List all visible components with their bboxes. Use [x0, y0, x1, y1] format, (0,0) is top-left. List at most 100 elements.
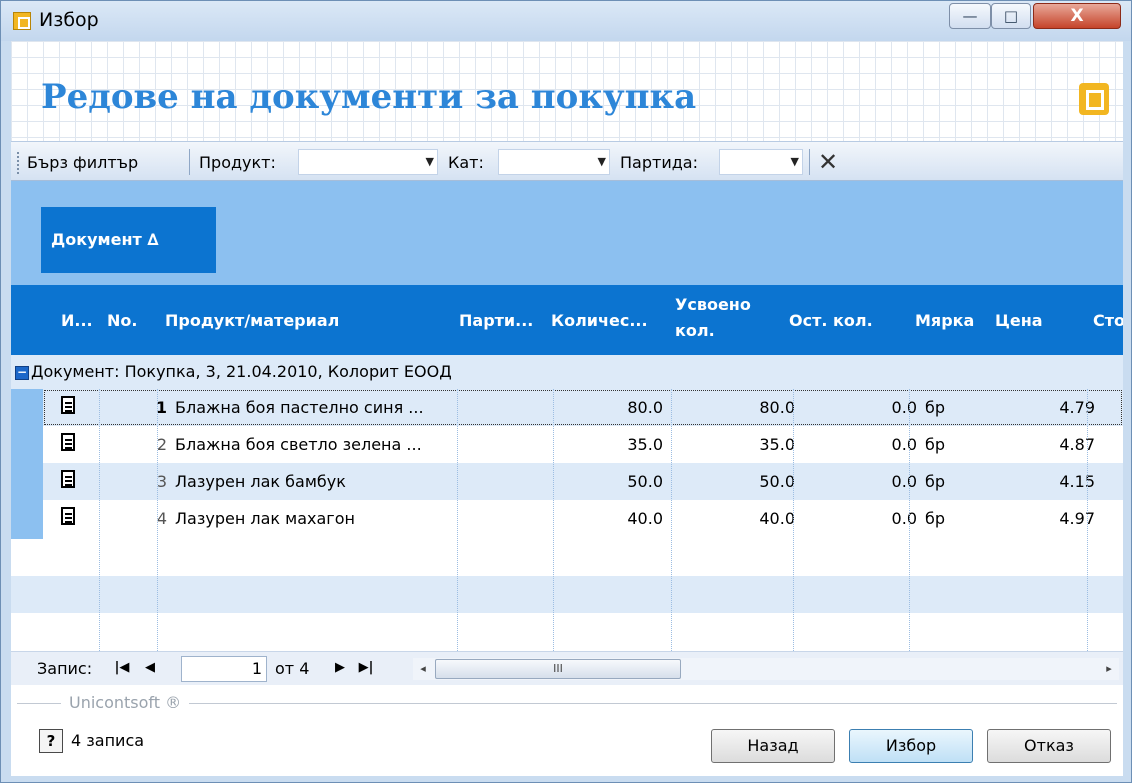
- category-filter-label: Кат:: [448, 153, 484, 172]
- close-button[interactable]: X: [1033, 3, 1121, 29]
- cell-product: Блажна боя пастелно синя ...: [175, 398, 424, 417]
- cell-remaining: 0.0: [891, 435, 917, 454]
- cell-absorbed: 40.0: [759, 509, 795, 528]
- window-title: Избор: [39, 9, 99, 31]
- cell-quantity: 50.0: [627, 472, 663, 491]
- column-divider: [157, 389, 158, 651]
- cell-no: 2: [156, 435, 167, 454]
- product-filter-label: Продукт:: [199, 153, 276, 172]
- previous-record-icon[interactable]: ◀: [139, 657, 161, 679]
- category-filter-combo[interactable]: ▼: [498, 149, 610, 175]
- record-count: 4 записа: [71, 731, 145, 750]
- cell-quantity: 80.0: [627, 398, 663, 417]
- column-divider: [457, 389, 458, 651]
- quick-filter-label: Бърз филтър: [27, 153, 139, 172]
- maximize-button[interactable]: □: [991, 3, 1031, 29]
- column-divider: [553, 389, 554, 651]
- empty-row: [11, 576, 1123, 613]
- cell-remaining: 0.0: [891, 398, 917, 417]
- clear-filter-icon[interactable]: ✕: [818, 148, 838, 176]
- cell-product: Блажна боя светло зелена ...: [175, 435, 422, 454]
- document-icon: [61, 470, 75, 488]
- logo-icon: [1079, 83, 1109, 115]
- cell-absorbed: 35.0: [759, 435, 795, 454]
- data-grid: − Документ: Покупка, 3, 21.04.2010, Коло…: [11, 355, 1123, 651]
- group-by-document-chip[interactable]: Документ ∆: [41, 207, 216, 273]
- cell-unit: бр: [925, 509, 946, 528]
- cell-unit: бр: [925, 398, 946, 417]
- column-divider: [909, 389, 910, 651]
- scroll-thumb[interactable]: III: [435, 659, 681, 679]
- chevron-down-icon[interactable]: ▼: [426, 155, 434, 168]
- group-indent: [11, 389, 43, 539]
- batch-filter-label: Партида:: [620, 153, 698, 172]
- first-record-icon[interactable]: |◀: [111, 657, 133, 679]
- toolbar-grip-icon[interactable]: [17, 152, 21, 174]
- cell-price: 4.97: [1059, 509, 1095, 528]
- column-header-product[interactable]: Продукт/материал: [165, 311, 339, 330]
- scroll-right-icon[interactable]: ▸: [1099, 658, 1119, 680]
- column-header-row: И... No. Продукт/материал Парти... Колич…: [11, 285, 1123, 355]
- column-header-quantity[interactable]: Количес...: [551, 311, 648, 330]
- batch-filter-combo[interactable]: ▼: [719, 149, 803, 175]
- record-navigator: Запис: |◀ ◀ 1 от 4 ▶ ▶| ◂ III ▸: [11, 651, 1123, 685]
- back-button[interactable]: Назад: [711, 729, 835, 763]
- horizontal-scrollbar[interactable]: ◂ III ▸: [413, 658, 1119, 680]
- column-header-no[interactable]: No.: [107, 311, 137, 330]
- chevron-down-icon[interactable]: ▼: [598, 155, 606, 168]
- column-header-absorbed-line2[interactable]: кол.: [675, 321, 715, 340]
- cell-price: 4.87: [1059, 435, 1095, 454]
- cell-quantity: 40.0: [627, 509, 663, 528]
- toolbar-separator: [809, 149, 810, 175]
- select-button[interactable]: Избор: [849, 729, 973, 763]
- column-header-value[interactable]: Сто: [1093, 311, 1123, 330]
- table-row[interactable]: 3 Лазурен лак бамбук 50.0 50.0 0.0 бр 4.…: [43, 463, 1123, 500]
- column-header-icon[interactable]: И...: [61, 311, 93, 330]
- form-header: Редове на документи за покупка: [11, 41, 1123, 141]
- document-icon: [61, 433, 75, 451]
- column-header-absorbed-line1[interactable]: Усвоено: [675, 295, 751, 314]
- selection-window: Избор — □ X Редове на документи за покуп…: [0, 0, 1132, 783]
- column-divider: [671, 389, 672, 651]
- column-header-remaining[interactable]: Ост. кол.: [789, 311, 873, 330]
- cell-absorbed: 80.0: [759, 398, 795, 417]
- group-row[interactable]: − Документ: Покупка, 3, 21.04.2010, Коло…: [11, 355, 1123, 389]
- cancel-button[interactable]: Отказ: [987, 729, 1111, 763]
- product-filter-combo[interactable]: ▼: [298, 149, 438, 175]
- help-icon[interactable]: ?: [39, 729, 63, 753]
- form-footer: Unicontsoft ® ? 4 записа Назад Избор Отк…: [11, 685, 1123, 776]
- cell-product: Лазурен лак махагон: [175, 509, 355, 528]
- column-header-batch[interactable]: Парти...: [459, 311, 533, 330]
- current-record-input[interactable]: 1: [181, 656, 267, 682]
- next-record-icon[interactable]: ▶: [329, 657, 351, 679]
- document-icon: [61, 507, 75, 525]
- table-row[interactable]: 2 Блажна боя светло зелена ... 35.0 35.0…: [43, 426, 1123, 463]
- scroll-left-icon[interactable]: ◂: [413, 658, 433, 680]
- window-content: Редове на документи за покупка Бърз филт…: [11, 41, 1123, 776]
- cell-no: 1: [155, 398, 167, 417]
- app-icon: [13, 12, 31, 30]
- column-header-unit[interactable]: Мярка: [915, 311, 974, 330]
- page-title: Редове на документи за покупка: [41, 77, 697, 117]
- last-record-icon[interactable]: ▶|: [355, 657, 377, 679]
- table-row[interactable]: 1 Блажна боя пастелно синя ... 80.0 80.0…: [43, 389, 1123, 426]
- group-row-text: Документ: Покупка, 3, 21.04.2010, Колори…: [31, 362, 452, 381]
- minimize-button[interactable]: —: [949, 3, 991, 29]
- empty-row: [11, 613, 1123, 650]
- cell-quantity: 35.0: [627, 435, 663, 454]
- column-header-price[interactable]: Цена: [995, 311, 1043, 330]
- cell-unit: бр: [925, 435, 946, 454]
- collapse-icon[interactable]: −: [15, 366, 29, 380]
- column-divider: [99, 389, 100, 651]
- chevron-down-icon[interactable]: ▼: [791, 155, 799, 168]
- document-icon: [61, 396, 75, 414]
- cell-no: 3: [156, 472, 167, 491]
- column-divider: [793, 389, 794, 651]
- title-bar[interactable]: Избор — □ X: [1, 1, 1131, 41]
- record-total: от 4: [275, 659, 310, 678]
- brand-label: Unicontsoft ®: [61, 693, 190, 712]
- cell-absorbed: 50.0: [759, 472, 795, 491]
- cell-unit: бр: [925, 472, 946, 491]
- table-row[interactable]: 4 Лазурен лак махагон 40.0 40.0 0.0 бр 4…: [43, 500, 1123, 537]
- quick-filter-toolbar: Бърз филтър Продукт: ▼ Кат: ▼ Партида: ▼…: [11, 141, 1123, 181]
